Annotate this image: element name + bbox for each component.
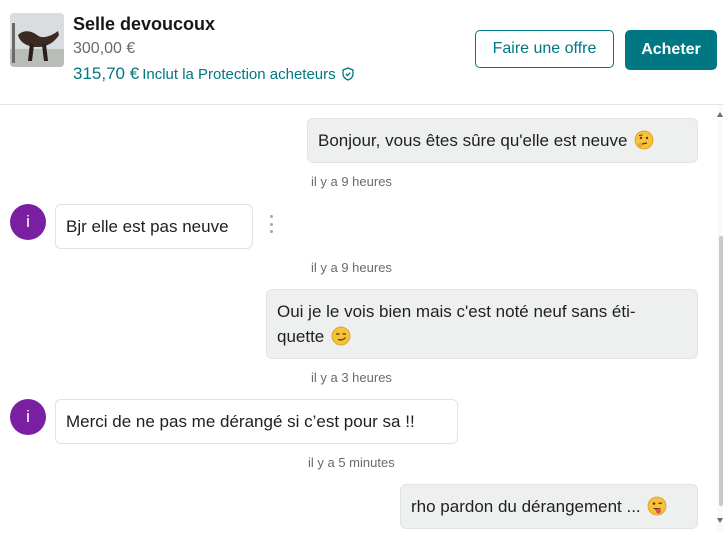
avatar[interactable]: i [10,204,46,240]
listing-price: 300,00 € [73,40,136,57]
scroll-up-icon[interactable] [717,112,723,117]
message-incoming: Merci de ne pas me dérangé si c’est pour… [55,399,458,444]
message-incoming: Bjr elle est pas neuve [55,204,253,249]
protected-price: 315,70 € [73,64,140,83]
avatar-letter: i [26,212,30,231]
listing-title[interactable]: Selle devoucoux [73,14,215,35]
shield-icon [341,67,355,81]
avatar[interactable]: i [10,399,46,435]
listing-header: Selle devoucoux 300,00 € 315,70 € Inclut… [0,0,723,105]
listing-thumbnail[interactable] [10,13,64,67]
scroll-down-icon[interactable] [717,518,723,523]
smirking-face-icon [331,326,351,346]
message-text-line: Oui je le vois bien mais c'est noté neuf… [277,302,636,321]
message-timestamp: il y a 3 heures [311,370,392,385]
message-outgoing: Oui je le vois bien mais c'est noté neuf… [266,289,698,359]
make-offer-button[interactable]: Faire une offre [475,30,614,68]
message-text-line: quette [277,327,325,346]
protection-label: Inclut la Protection acheteurs [142,65,336,83]
scrollbar-thumb[interactable] [719,236,723,506]
thinking-face-icon [634,130,654,150]
avatar-letter: i [26,407,30,426]
buy-button[interactable]: Acheter [625,30,717,70]
message-outgoing: Bonjour, vous êtes sûre qu'elle est neuv… [307,118,698,163]
message-text: rho pardon du dérangement ... [411,497,641,516]
message-timestamp: il y a 5 minutes [308,455,395,470]
message-timestamp: il y a 9 heures [311,260,392,275]
message-outgoing: rho pardon du dérangement ... [400,484,698,529]
message-text: Bonjour, vous êtes sûre qu'elle est neuv… [318,131,628,150]
face-with-tongue-winking-icon [647,496,667,516]
message-timestamp: il y a 9 heures [311,174,392,189]
buyer-protection-line[interactable]: 315,70 € Inclut la Protection acheteurs [73,64,355,84]
message-text: Merci de ne pas me dérangé si c’est pour… [66,412,415,431]
more-options-icon[interactable] [267,213,275,235]
message-text: Bjr elle est pas neuve [66,217,229,236]
